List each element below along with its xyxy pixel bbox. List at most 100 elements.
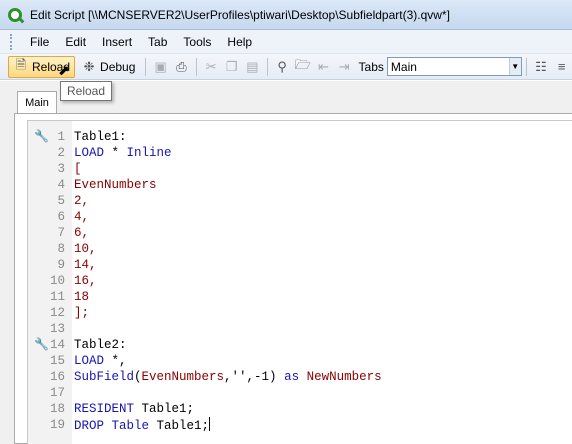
code-token: *, (104, 354, 127, 368)
code-line[interactable]: 🔧 14 Table2: (28, 337, 568, 353)
tab-main[interactable]: Main (17, 91, 57, 114)
tab-panel: 🔧 1 Table1: 2 LOAD * Inline 3[4 EvenNumbers 5 2,… (14, 113, 572, 444)
code-text: 4, (74, 209, 89, 225)
code-token: LOAD (74, 146, 105, 160)
reload-tooltip: Reload (60, 81, 113, 101)
code-token: 2, (74, 194, 90, 208)
code-text: 14, (74, 257, 97, 273)
code-line[interactable]: 11 18 (28, 289, 568, 305)
indent-icon[interactable]: ⇥ (334, 59, 355, 75)
code-text: DROP Table Table1; (74, 417, 211, 434)
expand-icon[interactable]: ≡ (551, 59, 572, 75)
code-line[interactable]: 19 DROP Table Table1; (28, 417, 568, 433)
code-line[interactable]: 7 6, (28, 225, 568, 241)
line-number: 2 (57, 146, 65, 160)
code-token: 18 (74, 290, 90, 304)
code-token: EvenNumbers (74, 178, 157, 192)
code-line[interactable]: 10 16, (28, 273, 568, 289)
code-token: 16, (74, 274, 97, 288)
toolbar-separator (525, 57, 527, 76)
line-number: 12 (49, 306, 65, 320)
code-token: 4, (74, 210, 90, 224)
menu-tab[interactable]: Tab (140, 33, 175, 51)
debug-icon: ❉ (83, 58, 95, 74)
cut-icon[interactable]: ✂ (201, 59, 222, 75)
menu-file[interactable]: File (22, 33, 57, 51)
code-token: ]; (74, 306, 90, 320)
debug-button[interactable]: ❉ Debug (77, 56, 139, 78)
line-number: 14 (49, 338, 65, 352)
line-number: 9 (57, 258, 65, 272)
line-number: 3 (57, 162, 65, 176)
search-icon[interactable]: ⚲ (272, 59, 293, 75)
code-token: as (284, 370, 300, 384)
line-number: 8 (57, 242, 65, 256)
line-number: 10 (49, 274, 65, 288)
code-token: ( (134, 370, 142, 384)
line-number: 7 (57, 226, 65, 240)
code-token: Table (111, 419, 150, 433)
outdent-icon[interactable]: ⇤ (313, 59, 334, 75)
code-text: 2, (74, 193, 89, 209)
code-token: DROP (74, 419, 105, 433)
reload-icon: 🗎 (15, 56, 27, 72)
code-line[interactable]: 17 (28, 385, 568, 401)
code-token: 10, (74, 242, 97, 256)
code-line[interactable]: 🔧 1 Table1: (28, 129, 568, 145)
code-token: SubField (74, 370, 135, 384)
code-line[interactable]: 16 SubField(EvenNumbers,'',-1) as NewNumb… (28, 369, 568, 385)
code-token: Inline (126, 146, 172, 160)
tabs-dropdown[interactable]: Main ▼ (386, 57, 522, 76)
mouse-cursor-icon: ⬈ (58, 62, 70, 78)
tabs-dropdown-value: Main (390, 59, 417, 74)
toolbar-separator (145, 57, 147, 76)
code-line[interactable]: 9 14, (28, 257, 568, 273)
code-line[interactable]: 18 RESIDENT Table1; (28, 401, 568, 417)
code-line[interactable]: 15 LOAD *, (28, 353, 568, 369)
line-number: 6 (57, 210, 65, 224)
code-line[interactable]: 2 LOAD * Inline (28, 145, 568, 161)
script-editor[interactable]: 🔧 1 Table1: 2 LOAD * Inline 3[4 EvenNumbers 5 2,… (27, 120, 572, 444)
title-bar: Edit Script [\\MCNSERVER2\UserProfiles\p… (0, 0, 572, 30)
code-text: [ (74, 161, 82, 177)
code-line[interactable]: 5 2, (28, 193, 568, 209)
code-line[interactable]: 13 (28, 321, 568, 337)
code-text: EvenNumbers (74, 177, 157, 193)
table-viewer-icon[interactable]: ☷ (531, 59, 552, 75)
folder-icon[interactable]: 🗁 (292, 57, 313, 75)
code-token: 6, (74, 226, 90, 240)
paste-icon[interactable]: ▤ (242, 59, 263, 75)
line-number: 15 (49, 354, 65, 368)
code-line[interactable]: 4 EvenNumbers (28, 177, 568, 193)
menu-edit[interactable]: Edit (57, 33, 94, 51)
code-token: Table1; (149, 419, 210, 433)
code-token: LOAD (74, 354, 105, 368)
menu-insert[interactable]: Insert (94, 33, 140, 51)
copy-icon[interactable]: ❐ (221, 59, 242, 75)
code-line[interactable]: 6 4, (28, 209, 568, 225)
code-text: SubField(EvenNumbers,'',-1) as NewNumber… (74, 369, 382, 385)
menu-tools[interactable]: Tools (175, 33, 219, 51)
toolbar-separator (266, 57, 268, 76)
code-text: Table2: (74, 337, 127, 353)
code-token: * (104, 146, 127, 160)
code-line[interactable]: 12]; (28, 305, 568, 321)
save-icon[interactable]: ▣ (150, 59, 171, 75)
code-line[interactable]: 3[ (28, 161, 568, 177)
line-number: 17 (49, 386, 65, 400)
content-area: Main 🔧 1 Table1: 2 LOAD * Inline 3[4 EvenNumbe… (0, 81, 572, 444)
debug-label: Debug (100, 59, 136, 74)
print-icon[interactable]: ⎙ (171, 59, 192, 75)
toolbar: 🗎 Reload ❉ Debug ▣ ⎙ ✂ ❐ ▤ ⚲ 🗁 ⇤ ⇥ Tabs … (0, 54, 572, 80)
code-text: ]; (74, 305, 89, 321)
code-token: Table1; (134, 402, 195, 416)
menu-help[interactable]: Help (219, 33, 260, 51)
code-text: Table1: (74, 129, 127, 145)
code-text: 6, (74, 225, 89, 241)
menu-bar: File Edit Insert Tab Tools Help (0, 30, 572, 54)
line-number: 18 (49, 402, 65, 416)
code-line[interactable]: 8 10, (28, 241, 568, 257)
line-number: 13 (49, 322, 65, 336)
code-token: [ (74, 162, 82, 176)
chevron-down-icon[interactable]: ▼ (508, 58, 521, 75)
